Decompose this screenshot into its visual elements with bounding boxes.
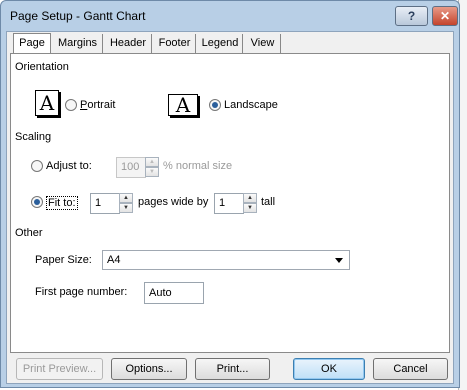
help-button[interactable]: ? <box>395 6 428 26</box>
tab-header[interactable]: Header <box>105 34 152 53</box>
tab-legend[interactable]: Legend <box>198 34 243 53</box>
page-setup-dialog: Page Setup - Gantt Chart ? ✕ Page Margin… <box>0 0 460 388</box>
paper-size-label: Paper Size: <box>35 254 92 266</box>
dialog-client-area: Page Margins Header Footer Legend View O… <box>6 31 454 384</box>
pages-tall-value: 1 <box>219 197 226 209</box>
tab-footer[interactable]: Footer <box>154 34 196 53</box>
adjust-to-label[interactable]: Adjust to: <box>46 160 92 172</box>
paper-size-dropdown[interactable]: A4 <box>102 250 350 270</box>
landscape-label[interactable]: Landscape <box>224 99 278 111</box>
paper-size-value: A4 <box>107 254 121 266</box>
dialog-title: Page Setup - Gantt Chart <box>10 9 146 23</box>
pages-wide-spinner[interactable]: ▲ ▼ <box>119 193 133 214</box>
options-button[interactable]: Options... <box>111 358 187 380</box>
close-button[interactable]: ✕ <box>432 6 458 26</box>
print-preview-button[interactable]: Print Preview... <box>16 358 103 380</box>
orientation-heading: Orientation <box>15 61 69 73</box>
scaling-heading: Scaling <box>15 131 52 143</box>
portrait-radio[interactable] <box>65 99 77 111</box>
ok-button[interactable]: OK <box>293 358 365 380</box>
landscape-radio[interactable] <box>209 99 221 111</box>
spin-up-icon[interactable]: ▲ <box>119 193 133 203</box>
chevron-down-icon <box>335 258 343 263</box>
fit-to-label[interactable]: Fit to: <box>46 196 78 210</box>
adjust-percent-spinner[interactable]: ▲ ▼ <box>145 157 159 178</box>
page-tab-panel: Orientation A Portrait A Landscape Scali… <box>10 53 450 353</box>
other-heading: Other <box>15 227 43 239</box>
fit-to-radio[interactable] <box>31 196 43 208</box>
pages-wide-value: 1 <box>95 197 102 209</box>
first-page-number-label: First page number: <box>35 286 128 298</box>
landscape-page-icon: A <box>168 94 198 116</box>
print-button[interactable]: Print... <box>195 358 270 380</box>
adjust-to-radio[interactable] <box>31 160 43 172</box>
first-page-number-input[interactable]: Auto <box>144 282 204 304</box>
spin-down-icon[interactable]: ▼ <box>243 203 257 213</box>
pages-tall-label: tall <box>261 196 276 208</box>
pages-wide-input[interactable]: 1 <box>90 193 120 214</box>
cancel-button[interactable]: Cancel <box>373 358 448 380</box>
adjust-suffix-label: % normal size <box>163 160 233 172</box>
tab-view[interactable]: View <box>245 34 281 53</box>
tab-margins[interactable]: Margins <box>53 34 103 53</box>
adjust-percent-value: 100 <box>121 161 140 173</box>
portrait-label-text: ortrait <box>87 99 116 111</box>
spin-up-icon[interactable]: ▲ <box>145 157 159 167</box>
tab-page[interactable]: Page <box>13 33 51 54</box>
title-bar[interactable]: Page Setup - Gantt Chart ? ✕ <box>1 1 459 31</box>
pages-tall-spinner[interactable]: ▲ ▼ <box>243 193 257 214</box>
pages-tall-input[interactable]: 1 <box>214 193 244 214</box>
spin-up-icon[interactable]: ▲ <box>243 193 257 203</box>
adjust-percent-input[interactable]: 100 <box>116 157 146 178</box>
spin-down-icon[interactable]: ▼ <box>145 167 159 177</box>
first-page-number-value: Auto <box>149 287 172 299</box>
portrait-page-icon: A <box>35 90 59 116</box>
pages-wide-label: pages wide by <box>138 196 209 208</box>
spin-down-icon[interactable]: ▼ <box>119 203 133 213</box>
portrait-label[interactable]: Portrait <box>80 99 115 111</box>
